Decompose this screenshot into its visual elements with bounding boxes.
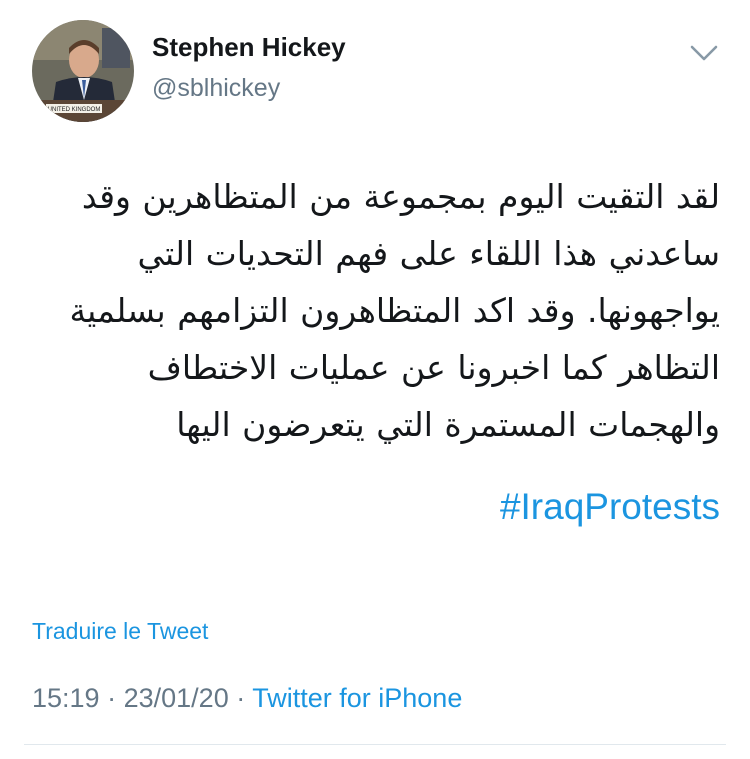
avatar[interactable]: UNITED KINGDOM xyxy=(32,20,134,122)
avatar-placard-text: UNITED KINGDOM xyxy=(48,107,101,113)
tweet-date[interactable]: 23/01/20 xyxy=(124,683,229,713)
tweet-time[interactable]: 15:19 xyxy=(32,683,100,713)
divider xyxy=(24,744,726,745)
tweet-text: لقد التقيت اليوم بمجموعة من المتظاهرين و… xyxy=(30,168,720,453)
avatar-image: UNITED KINGDOM xyxy=(32,20,134,122)
hashtag-link[interactable]: #IraqProtests xyxy=(500,486,720,528)
meta-separator: · xyxy=(107,683,117,713)
display-name[interactable]: Stephen Hickey xyxy=(152,32,346,63)
tweet-text-line: يواجهونها. وقد اكد المتظاهرون التزامهم ب… xyxy=(69,291,720,330)
tweet-text-line: ساعدني هذا اللقاء على فهم التحديات التي xyxy=(137,234,720,273)
tweet-source-link[interactable]: Twitter for iPhone xyxy=(252,683,462,713)
user-handle[interactable]: @sblhickey xyxy=(152,74,280,103)
tweet-text-line: والهجمات المستمرة التي يتعرضون اليها xyxy=(176,405,720,444)
meta-separator: · xyxy=(236,683,246,713)
tweet-text-line: لقد التقيت اليوم بمجموعة من المتظاهرين و… xyxy=(81,177,720,216)
tweet-text-line: التظاهر كما اخبرونا عن عمليات الاختطاف xyxy=(147,348,720,387)
translate-tweet-link[interactable]: Traduire le Tweet xyxy=(32,618,208,645)
tweet-meta: 15:19 · 23/01/20 · Twitter for iPhone xyxy=(32,683,462,714)
chevron-down-icon[interactable] xyxy=(686,38,722,68)
